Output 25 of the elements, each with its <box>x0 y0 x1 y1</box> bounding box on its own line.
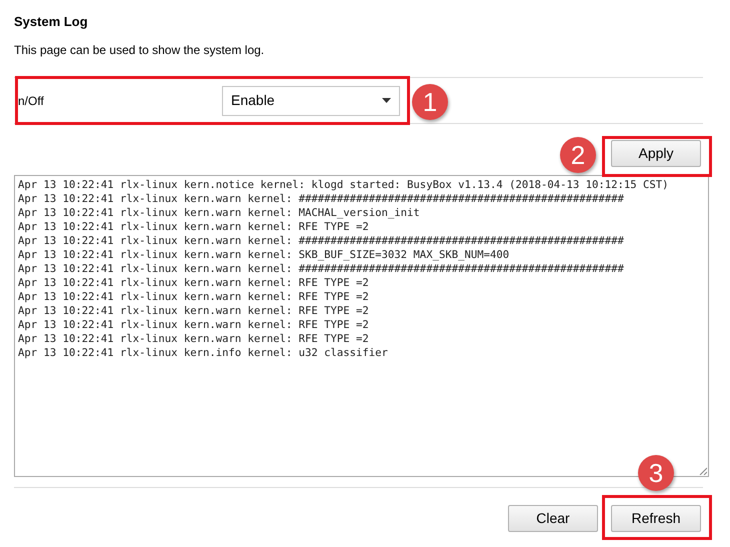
log-line: Apr 13 10:22:41 rlx-linux kern.notice kernel: klogd started: BusyBox v1.13.4 (2018-04-13 10:12:15 CST) <box>18 178 669 192</box>
apply-button[interactable]: Apply <box>611 140 701 167</box>
log-line: Apr 13 10:22:41 rlx-linux kern.warn kernel: SKB_BUF_SIZE=3032 MAX_SKB_NUM=400 <box>18 248 510 262</box>
log-line: Apr 13 10:22:41 rlx-linux kern.warn kernel: RFE TYPE =2 <box>18 304 369 318</box>
step-number-badge: 1 <box>412 84 448 120</box>
step-number-badge: 2 <box>560 137 596 173</box>
page-description: This page can be used to show the system log. <box>14 42 266 58</box>
log-line: Apr 13 10:22:41 rlx-linux kern.warn kernel: RFE TYPE =2 <box>18 290 369 304</box>
refresh-button[interactable]: Refresh <box>611 505 701 532</box>
log-line: Apr 13 10:22:41 rlx-linux kern.warn kernel: RFE TYPE =2 <box>18 318 369 332</box>
clear-button[interactable]: Clear <box>508 505 598 532</box>
field-label: n/Off <box>18 92 45 110</box>
log-line: Apr 13 10:22:41 rlx-linux kern.warn kernel: RFE TYPE =2 <box>18 276 369 290</box>
log-line: Apr 13 10:22:41 rlx-linux kern.info kernel: u32 classifier <box>18 346 388 360</box>
caret-icon <box>382 98 391 103</box>
log-line: Apr 13 10:22:41 rlx-linux kern.warn kernel: ################################################### <box>18 192 624 206</box>
page-title: System Log <box>14 13 89 31</box>
log-line: Apr 13 10:22:41 rlx-linux kern.warn kernel: RFE TYPE =2 <box>18 332 369 346</box>
log-line: Apr 13 10:22:41 rlx-linux kern.warn kernel: ################################################### <box>18 262 624 276</box>
log-line: Apr 13 10:22:41 rlx-linux kern.warn kernel: ################################################### <box>18 234 624 248</box>
select-field[interactable]: Enable <box>222 86 400 116</box>
resize-grip-icon <box>699 467 707 475</box>
log-line: Apr 13 10:22:41 rlx-linux kern.warn kernel: MACHAL_version_init <box>18 206 420 220</box>
step-number-badge: 3 <box>638 455 674 491</box>
log-line: Apr 13 10:22:41 rlx-linux kern.warn kernel: RFE TYPE =2 <box>18 220 369 234</box>
